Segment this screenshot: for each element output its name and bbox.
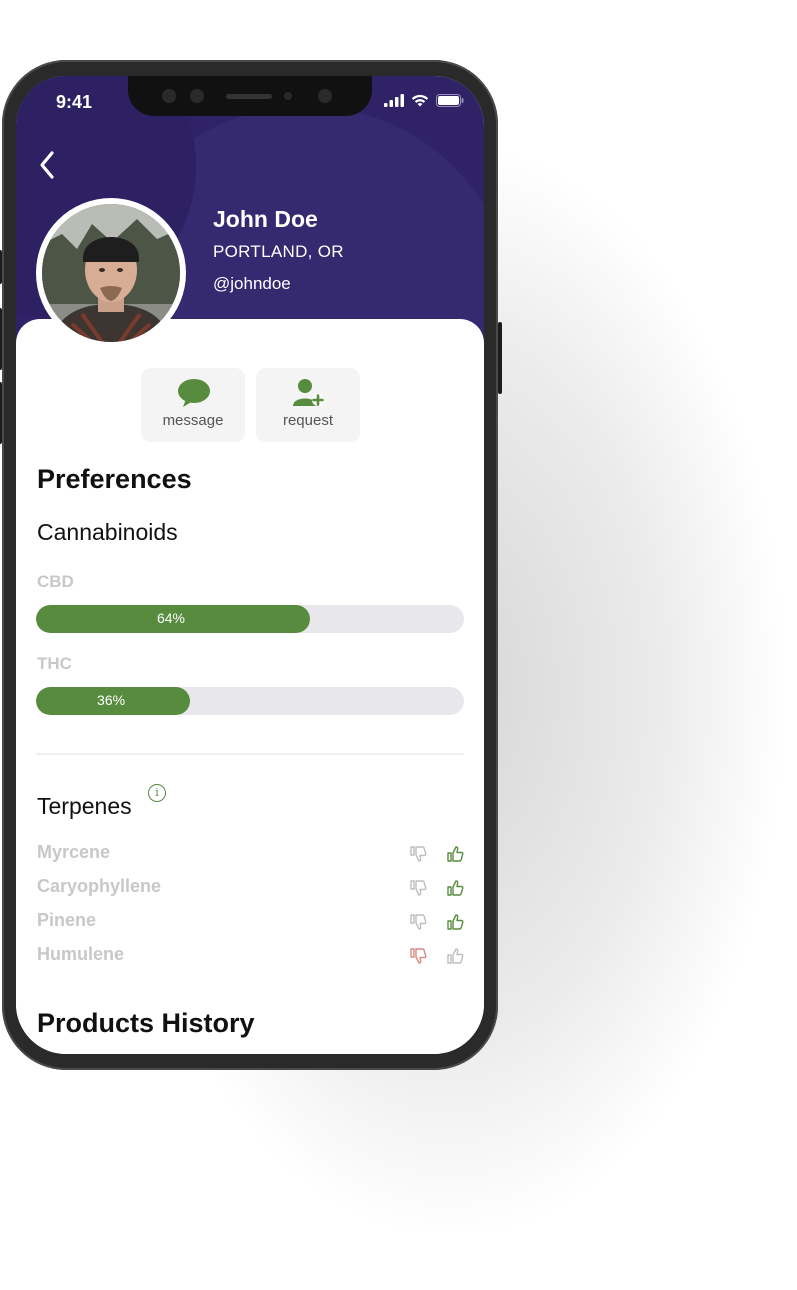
wifi-icon: [411, 94, 429, 107]
back-chevron-icon[interactable]: [34, 148, 60, 182]
chat-bubble-icon: [178, 379, 210, 407]
terpene-name: Caryophyllene: [37, 876, 162, 896]
sensor: [284, 92, 292, 100]
add-user-icon: [293, 379, 324, 406]
volume-down-button: [0, 382, 2, 444]
app-screen: 9:41 John Doe PORTLAND, OR @johndoe mess…: [16, 76, 484, 1054]
thc-percent: 36%: [97, 692, 126, 708]
thumbs-up-icon[interactable]: [446, 913, 464, 931]
terpene-row: Caryophyllene: [37, 876, 467, 902]
profile-name: John Doe: [213, 206, 318, 232]
avatar-photo: [42, 204, 180, 342]
preferences-title: Preferences: [37, 464, 192, 494]
cbd-percent: 64%: [156, 610, 185, 626]
volume-up-button: [0, 308, 2, 370]
power-button: [498, 322, 502, 394]
terpene-row: Myrcene: [37, 842, 467, 868]
message-label: message: [162, 412, 224, 429]
terpene-name: Pinene: [37, 910, 97, 930]
thumbs-up-icon[interactable]: [446, 879, 464, 897]
notch: [128, 76, 372, 116]
request-button[interactable]: request: [256, 368, 360, 442]
cbd-progress-bar: 64%: [36, 605, 464, 633]
avatar-illustration: [42, 204, 180, 342]
profile-location: PORTLAND, OR: [213, 242, 344, 261]
sensor: [318, 89, 332, 103]
request-label: request: [282, 412, 334, 429]
thumbs-down-icon[interactable]: [409, 913, 427, 931]
status-icons: [384, 94, 464, 107]
terpene-row: Humulene: [37, 944, 467, 970]
info-icon[interactable]: i: [148, 784, 166, 802]
front-camera: [162, 89, 176, 103]
terpene-name: Humulene: [37, 944, 125, 964]
thumbs-down-icon[interactable]: [409, 845, 427, 863]
cannabinoids-title: Cannabinoids: [37, 519, 178, 545]
message-button[interactable]: message: [141, 368, 245, 442]
signal-icon: [384, 94, 404, 107]
thumbs-up-icon[interactable]: [446, 947, 464, 965]
status-time: 9:41: [56, 92, 93, 112]
section-divider: [36, 753, 464, 755]
sensor: [190, 89, 204, 103]
terpene-row: Pinene: [37, 910, 467, 936]
battery-icon: [436, 94, 464, 107]
mute-switch: [0, 250, 2, 284]
cbd-label: CBD: [37, 572, 74, 591]
terpenes-title: Terpenes: [37, 793, 132, 819]
terpene-name: Myrcene: [37, 842, 111, 862]
products-history-title: Products History: [37, 1008, 255, 1038]
earpiece-speaker: [226, 94, 272, 99]
thumbs-up-icon[interactable]: [446, 845, 464, 863]
avatar[interactable]: [36, 198, 186, 348]
thumbs-down-icon[interactable]: [409, 947, 427, 965]
thc-label: THC: [37, 654, 72, 673]
profile-handle: @johndoe: [213, 274, 291, 293]
thc-progress-bar: 36%: [36, 687, 464, 715]
thumbs-down-icon[interactable]: [409, 879, 427, 897]
